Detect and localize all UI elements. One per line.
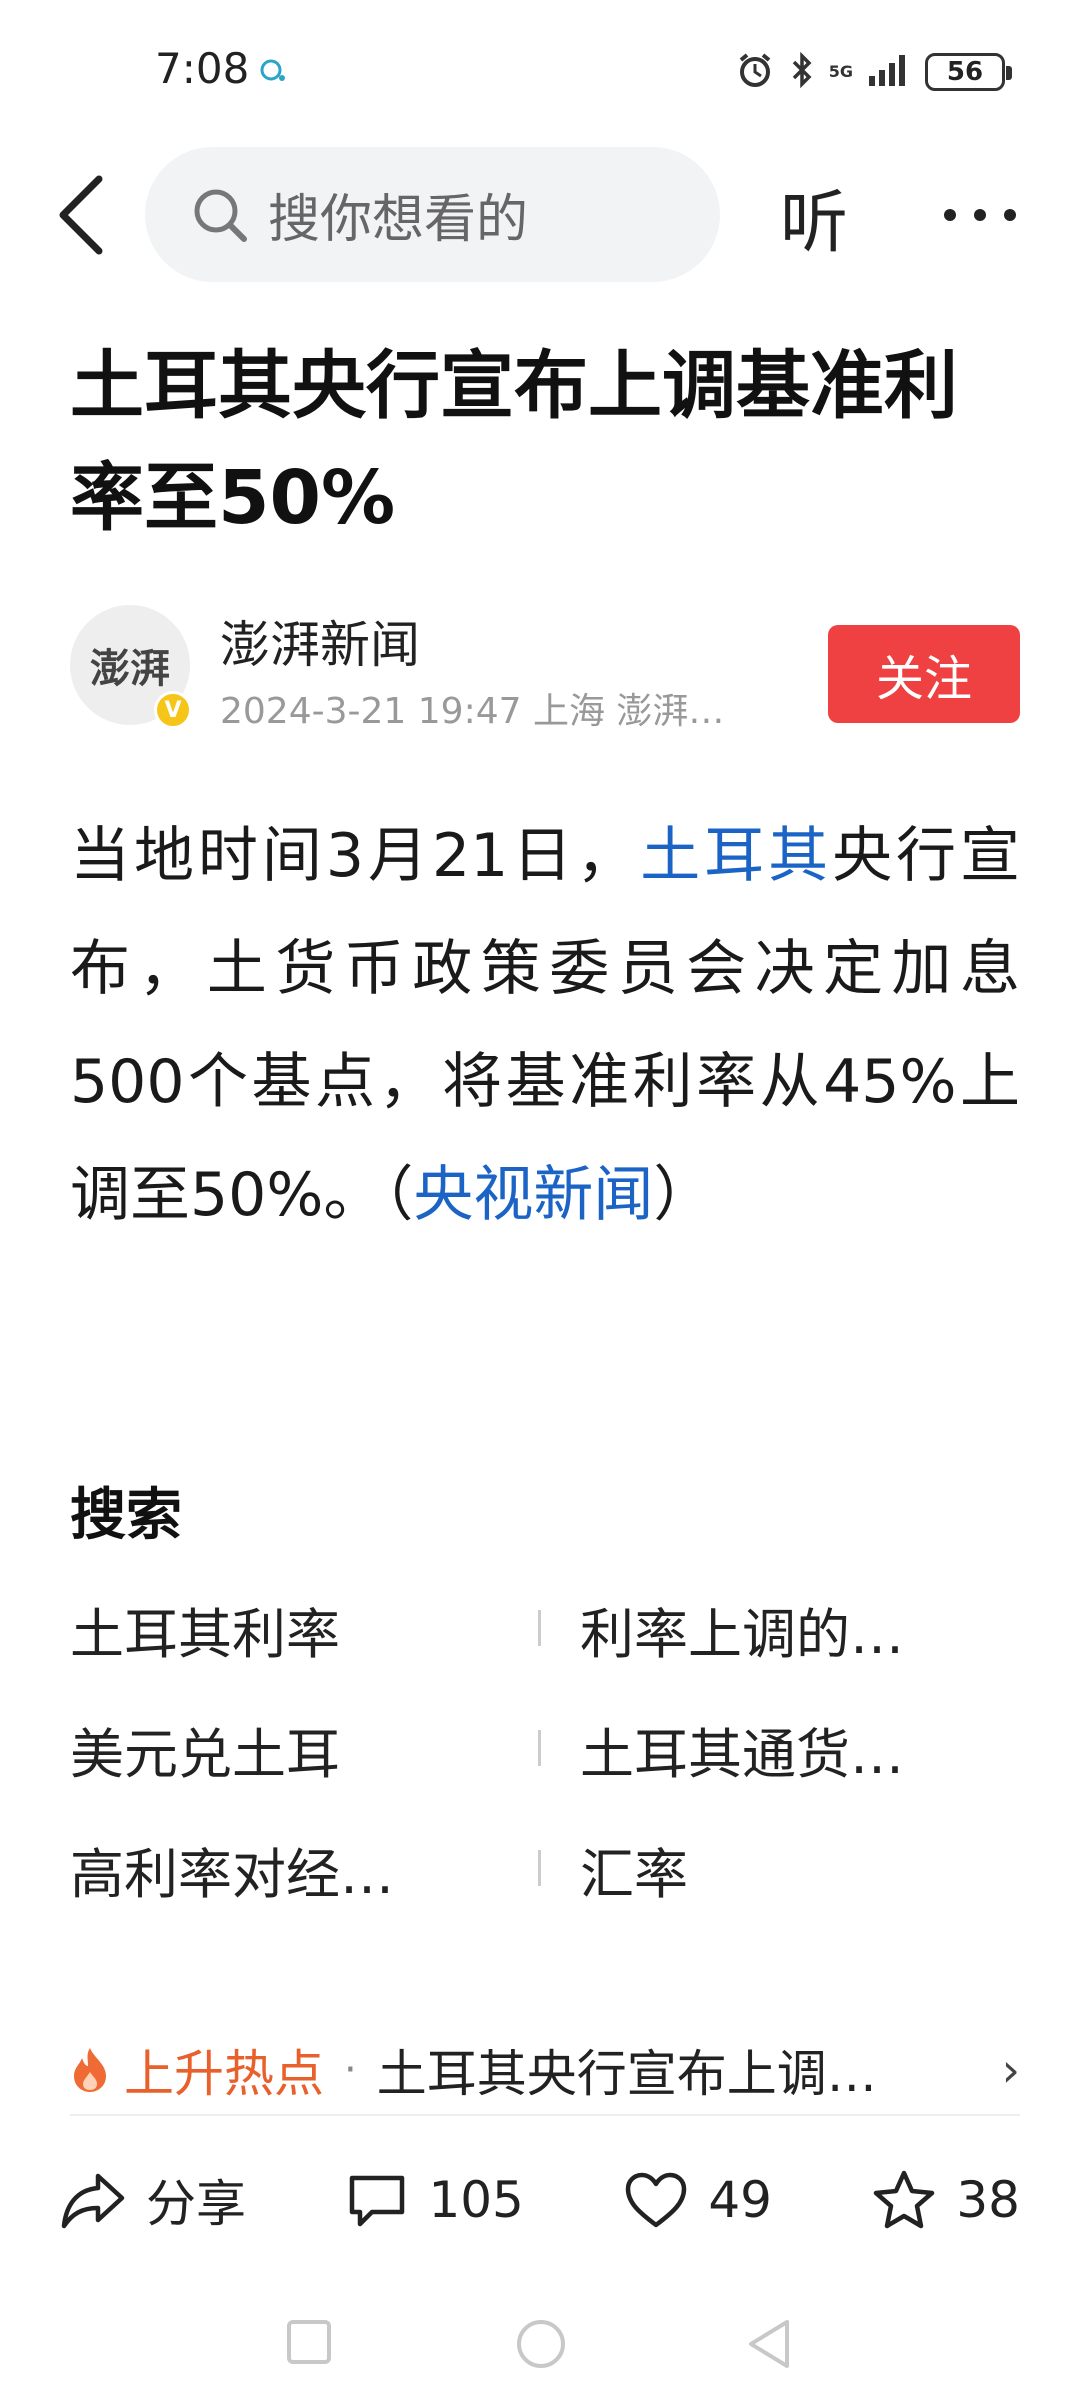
divider bbox=[70, 2114, 1020, 2116]
nav-back-icon[interactable] bbox=[745, 2318, 793, 2374]
more-button[interactable] bbox=[940, 165, 1030, 265]
body-text-3: ） bbox=[653, 1160, 714, 1230]
search-icon bbox=[190, 185, 250, 245]
listen-button[interactable]: 听 bbox=[780, 167, 848, 266]
share-button[interactable]: 分享 bbox=[60, 2164, 246, 2236]
battery-indicator: 56 bbox=[925, 53, 1012, 91]
search-suggestion[interactable]: 土耳其通货… bbox=[580, 1710, 1020, 1789]
status-icons: 5G 56 bbox=[735, 50, 1012, 94]
action-bar: 分享 105 49 38 bbox=[60, 2150, 1020, 2250]
comment-button[interactable]: 105 bbox=[346, 2171, 524, 2229]
article-body: 当地时间3月21日，土耳其央行宣布，土货币政策委员会决定加息500个基点，将基准… bbox=[70, 800, 1020, 1252]
trending-bar[interactable]: 上升热点 · 土耳其央行宣布上调… › bbox=[70, 2020, 1020, 2120]
network-type: 5G bbox=[828, 62, 853, 81]
author-name[interactable]: 澎湃新闻 bbox=[220, 605, 420, 677]
trending-label: 上升热点 bbox=[124, 2045, 324, 2103]
author-row: 澎湃 V 澎湃新闻 2024-3-21 19:47 上海 澎湃… 关注 bbox=[70, 605, 1020, 735]
search-suggestion[interactable]: 汇率 bbox=[580, 1830, 1020, 1909]
favorite-count: 38 bbox=[956, 2171, 1020, 2229]
alarm-icon bbox=[735, 50, 775, 94]
article-title: 土耳其央行宣布上调基准利率至50% bbox=[70, 343, 958, 541]
search-row: 美元兑土耳 土耳其通货… bbox=[70, 1710, 1020, 1830]
status-time: 7:08 bbox=[155, 44, 250, 93]
search-row: 土耳其利率 利率上调的… bbox=[70, 1590, 1020, 1710]
status-bar: 7:08 5G 56 bbox=[0, 0, 1080, 140]
like-count: 49 bbox=[708, 2171, 772, 2229]
link-cctv-news[interactable]: 央视新闻 bbox=[413, 1160, 653, 1230]
back-button[interactable] bbox=[55, 165, 125, 265]
article-meta: 2024-3-21 19:47 上海 澎湃… bbox=[220, 691, 725, 732]
divider bbox=[538, 1730, 541, 1766]
trending-text: 土耳其央行宣布上调… bbox=[376, 2045, 877, 2103]
favorite-button[interactable]: 38 bbox=[872, 2169, 1020, 2231]
separator-dot: · bbox=[344, 2047, 357, 2093]
bluetooth-icon bbox=[789, 50, 815, 94]
verified-badge: V bbox=[154, 691, 192, 729]
comment-icon bbox=[350, 2175, 405, 2227]
search-suggestion[interactable]: 利率上调的… bbox=[580, 1590, 1020, 1669]
search-suggestions: 土耳其利率 利率上调的… 美元兑土耳 土耳其通货… 高利率对经… 汇率 bbox=[70, 1590, 1020, 1950]
heart-icon bbox=[626, 2172, 687, 2228]
top-bar: 搜你想看的 听 bbox=[0, 145, 1080, 285]
notification-icon bbox=[258, 58, 288, 88]
search-placeholder: 搜你想看的 bbox=[268, 190, 529, 250]
star-icon bbox=[874, 2170, 935, 2229]
search-suggestion[interactable]: 土耳其利率 bbox=[70, 1590, 470, 1669]
comment-count: 105 bbox=[428, 2171, 524, 2229]
search-suggestion[interactable]: 美元兑土耳 bbox=[70, 1710, 470, 1789]
signal-icon bbox=[867, 52, 911, 92]
link-turkey[interactable]: 土耳其 bbox=[640, 821, 832, 891]
like-button[interactable]: 49 bbox=[624, 2171, 772, 2229]
search-suggestion[interactable]: 高利率对经… bbox=[70, 1830, 470, 1909]
follow-button[interactable]: 关注 bbox=[828, 625, 1020, 723]
system-nav-bar bbox=[0, 2290, 1080, 2400]
search-section-title: 搜索 bbox=[70, 1483, 182, 1548]
share-label: 分享 bbox=[146, 2175, 246, 2233]
divider bbox=[538, 1850, 541, 1886]
divider bbox=[538, 1610, 541, 1646]
body-text-1: 当地时间3月21日， bbox=[70, 821, 641, 891]
search-row: 高利率对经… 汇率 bbox=[70, 1830, 1020, 1950]
share-icon bbox=[61, 2173, 125, 2229]
nav-circle-icon[interactable] bbox=[515, 2318, 567, 2374]
nav-square-icon[interactable] bbox=[285, 2318, 333, 2370]
chevron-right-icon: › bbox=[1001, 2043, 1020, 2097]
fire-icon bbox=[70, 2046, 110, 2094]
search-input[interactable]: 搜你想看的 bbox=[145, 147, 720, 282]
back-icon bbox=[59, 175, 103, 255]
more-icon bbox=[944, 209, 1016, 221]
